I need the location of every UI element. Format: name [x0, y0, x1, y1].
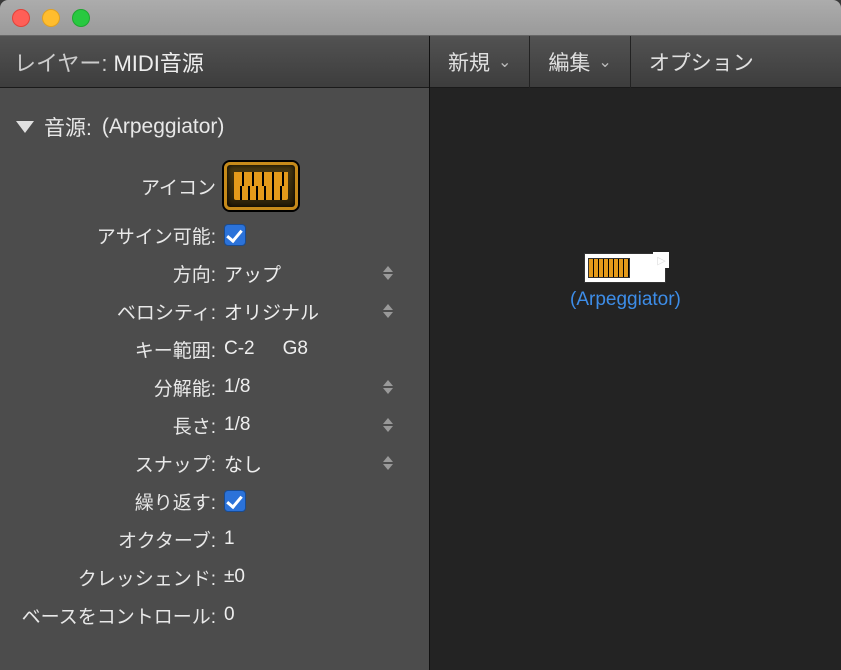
environment-canvas-area: 新規 ⌄ 編集 ⌄ オプション ▷ (Arpeggiator)	[430, 36, 841, 670]
node-object-box[interactable]: ▷	[584, 253, 666, 283]
disclosure-triangle-icon[interactable]	[16, 121, 34, 133]
velocity-label: ベロシティ:	[6, 298, 224, 325]
keyrange-value[interactable]: C-2 G8	[224, 338, 423, 360]
param-snap-row: スナップ: なし	[0, 444, 429, 482]
param-assignable-row: アサイン可能:	[0, 216, 429, 254]
param-basecontrol-row: ベースをコントロール: 0	[0, 596, 429, 634]
new-menu-button[interactable]: 新規 ⌄	[430, 36, 530, 88]
param-repeat-row: 繰り返す:	[0, 482, 429, 520]
node-label: (Arpeggiator)	[570, 289, 681, 311]
param-octave-row: オクターブ: 1	[0, 520, 429, 558]
direction-label: 方向:	[6, 260, 224, 287]
param-crescendo-row: クレッシェンド: ±0	[0, 558, 429, 596]
length-value[interactable]: 1/8	[224, 414, 423, 436]
repeat-label: 繰り返す:	[6, 488, 224, 515]
length-label: 長さ:	[6, 412, 224, 439]
octave-label: オクターブ:	[6, 526, 224, 553]
arpeggiator-node[interactable]: ▷ (Arpeggiator)	[570, 253, 681, 311]
section-header[interactable]: 音源: (Arpeggiator)	[0, 88, 429, 156]
up-down-stepper[interactable]	[383, 380, 393, 394]
icon-selector[interactable]	[224, 162, 298, 210]
param-direction-row: 方向: アップ	[0, 254, 429, 292]
keyboard-icon	[588, 258, 630, 278]
basecontrol-label: ベースをコントロール:	[6, 602, 224, 629]
toolbar: 新規 ⌄ 編集 ⌄ オプション	[430, 36, 841, 88]
param-keyrange-row: キー範囲: C-2 G8	[0, 330, 429, 368]
chevron-down-icon: ⌄	[598, 52, 611, 72]
crescendo-label: クレッシェンド:	[6, 564, 224, 591]
layer-header[interactable]: レイヤー: MIDI音源	[0, 36, 429, 88]
layer-value: MIDI音源	[113, 46, 203, 78]
basecontrol-value[interactable]: 0	[224, 604, 423, 626]
direction-value[interactable]: アップ	[224, 260, 423, 287]
assignable-label: アサイン可能:	[6, 222, 224, 249]
zoom-icon[interactable]	[72, 9, 90, 27]
keyrange-label: キー範囲:	[6, 336, 224, 363]
canvas[interactable]: ▷ (Arpeggiator)	[430, 88, 841, 670]
param-resolution-row: 分解能: 1/8	[0, 368, 429, 406]
assignable-checkbox[interactable]	[224, 224, 246, 246]
close-icon[interactable]	[12, 9, 30, 27]
chevron-down-icon: ⌄	[498, 52, 511, 72]
layer-label: レイヤー:	[14, 46, 107, 78]
snap-value[interactable]: なし	[224, 450, 423, 477]
inspector-sidebar: レイヤー: MIDI音源 音源: (Arpeggiator) アイコン アサイン…	[0, 36, 430, 670]
param-icon-row: アイコン	[0, 156, 429, 216]
up-down-stepper[interactable]	[383, 304, 393, 318]
section-name: (Arpeggiator)	[102, 115, 225, 139]
minimize-icon[interactable]	[42, 9, 60, 27]
node-output-icon[interactable]: ▷	[653, 252, 669, 268]
resolution-label: 分解能:	[6, 374, 224, 401]
icon-label: アイコン	[6, 173, 224, 200]
window-titlebar	[0, 0, 841, 36]
section-label: 音源:	[44, 112, 92, 142]
up-down-stepper[interactable]	[383, 266, 393, 280]
crescendo-value[interactable]: ±0	[224, 566, 423, 588]
edit-menu-button[interactable]: 編集 ⌄	[530, 36, 630, 88]
up-down-stepper[interactable]	[383, 456, 393, 470]
octave-value[interactable]: 1	[224, 528, 423, 550]
window-traffic-lights	[12, 9, 90, 27]
repeat-checkbox[interactable]	[224, 490, 246, 512]
resolution-value[interactable]: 1/8	[224, 376, 423, 398]
velocity-value[interactable]: オリジナル	[224, 298, 423, 325]
up-down-stepper[interactable]	[383, 418, 393, 432]
param-velocity-row: ベロシティ: オリジナル	[0, 292, 429, 330]
options-menu-button[interactable]: オプション	[631, 36, 772, 88]
keyboard-icon	[234, 172, 288, 200]
param-length-row: 長さ: 1/8	[0, 406, 429, 444]
snap-label: スナップ:	[6, 450, 224, 477]
